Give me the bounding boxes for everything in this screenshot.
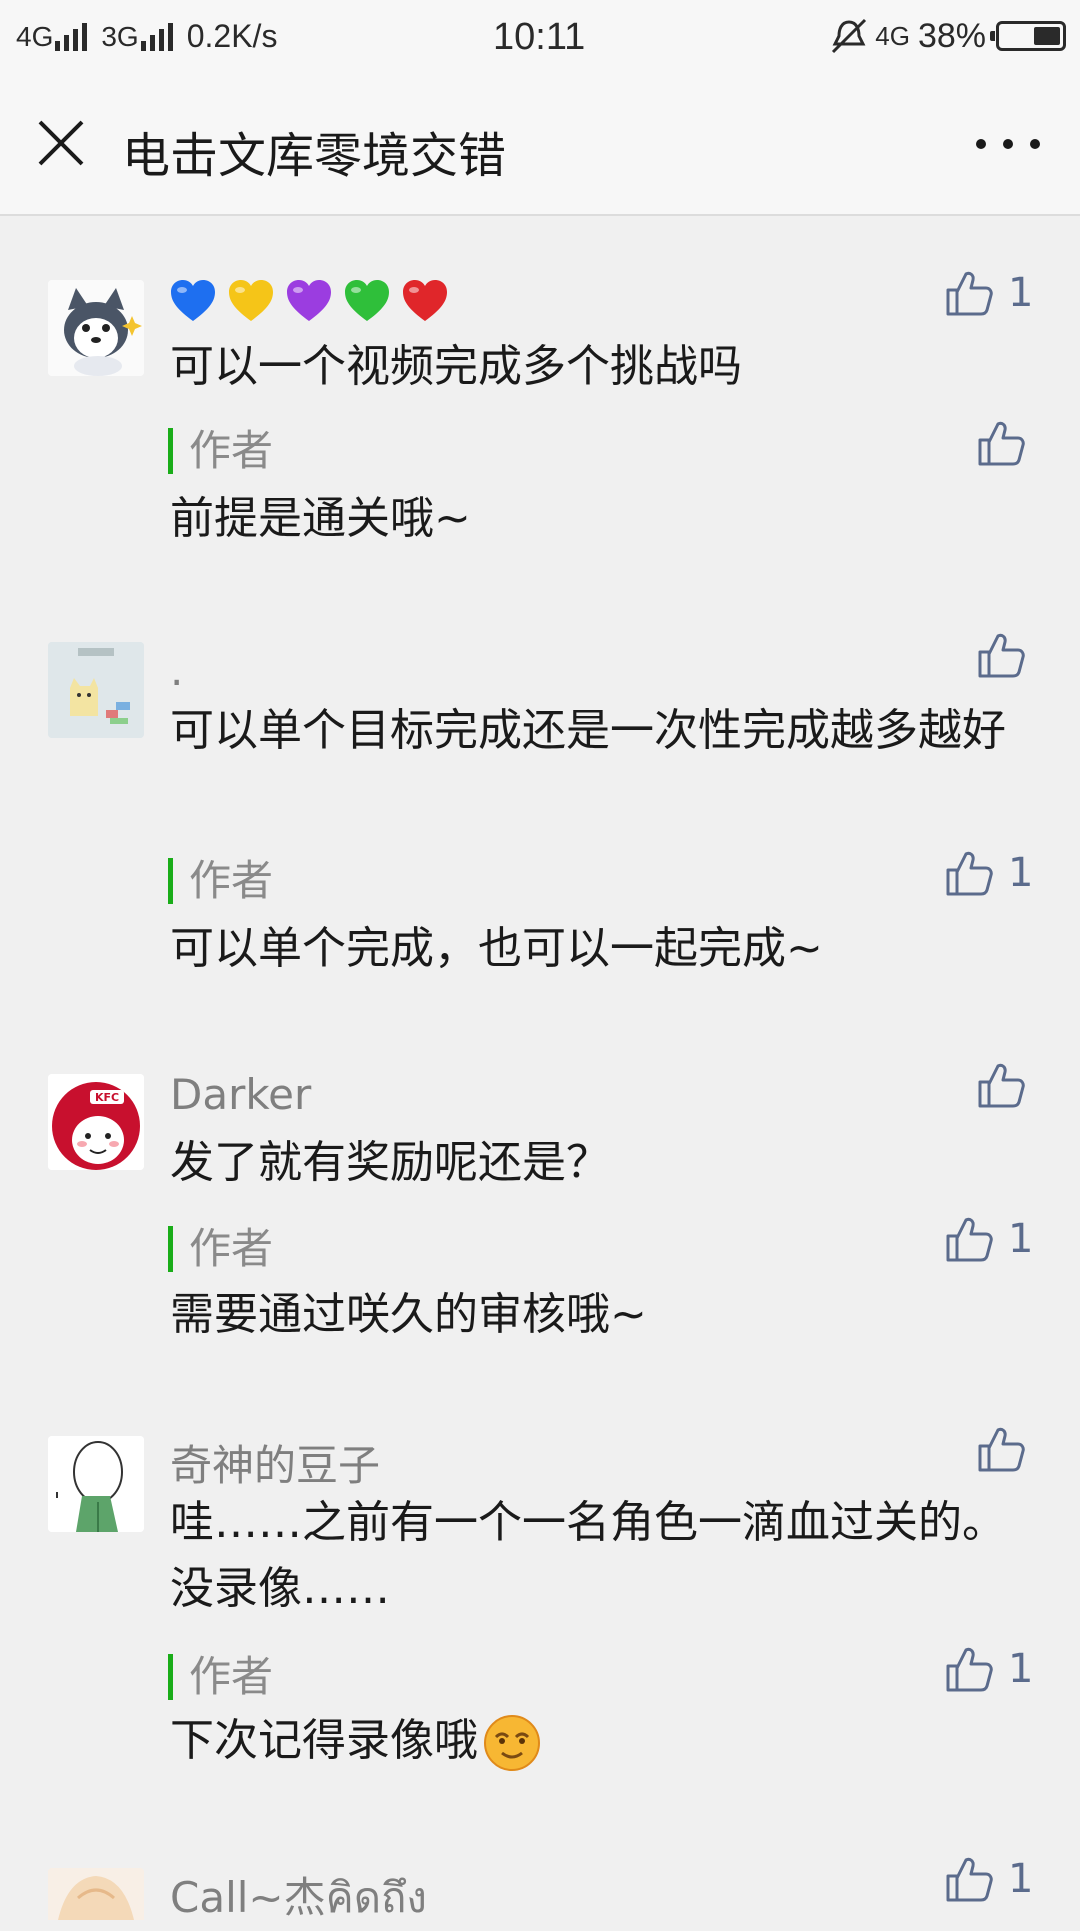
thumbs-up-icon (944, 268, 994, 318)
bean-character-avatar-image (48, 1436, 144, 1532)
thumbs-up-icon (944, 1214, 994, 1264)
more-icon (976, 139, 986, 149)
status-bar: 4G 3G 0.2K/s 10:11 4G 38% (0, 0, 1080, 72)
battery-percent: 38% (917, 16, 986, 55)
like-button[interactable] (976, 1060, 1026, 1110)
signal-icon (55, 22, 88, 51)
reply-text: 下次记得录像哦 (170, 1715, 478, 1766)
avatar[interactable] (48, 1868, 144, 1920)
page-title: 电击文库零境交错 (122, 128, 507, 184)
comment-text: 可以一个视频完成多个挑战吗 (170, 341, 742, 392)
kfc-cap-avatar-image: KFC (48, 1074, 144, 1170)
close-button[interactable] (34, 116, 88, 170)
avatar[interactable]: KFC (48, 1074, 144, 1170)
author-reply-label: 作者 (168, 1226, 273, 1272)
network-type-1: 4G (16, 20, 54, 52)
thumbs-up-icon (944, 1854, 994, 1904)
heart-emoji-icon (287, 280, 331, 321)
thumbs-up-icon (976, 1060, 1026, 1110)
reply-like-button[interactable]: 1 (944, 1214, 1033, 1264)
more-button[interactable] (976, 128, 1040, 160)
like-count: 1 (1008, 270, 1034, 316)
avatar[interactable] (48, 280, 144, 376)
thumbs-up-icon (976, 630, 1026, 680)
thumbs-up-icon (976, 1424, 1026, 1474)
battery-icon (990, 21, 1066, 51)
like-count: 1 (1008, 850, 1034, 896)
nickname[interactable]: Darker (170, 1070, 311, 1119)
top-bar: 电击文库零境交错 (0, 72, 1080, 216)
reply-text: 前提是通关哦~ (170, 493, 471, 544)
network-status: 4G 3G 0.2K/s (16, 18, 277, 55)
author-reply-label: 作者 (168, 428, 273, 474)
comment-text: 可以单个目标完成还是一次性完成越多越好 (170, 705, 1006, 756)
author-reply-label: 作者 (168, 858, 273, 904)
avatar[interactable] (48, 1436, 144, 1532)
network-type-2: 3G (101, 20, 139, 52)
reply-text: 需要通过咲久的审核哦~ (170, 1289, 647, 1340)
avatar[interactable] (48, 642, 144, 738)
like-button[interactable]: 1 (944, 268, 1033, 318)
alarm-off-icon (832, 18, 867, 54)
thumbs-up-icon (944, 1644, 994, 1694)
cat-avatar-image (48, 642, 144, 738)
emoji-nickname (168, 276, 450, 326)
heart-emoji-icon (345, 280, 389, 321)
nickname[interactable]: 奇神的豆子 (170, 1432, 380, 1493)
like-count: 1 (1008, 1646, 1034, 1692)
thumbs-up-icon (944, 848, 994, 898)
reply-like-button[interactable]: 1 (944, 848, 1033, 898)
signal-icon (140, 22, 173, 51)
author-reply-label: 作者 (168, 1654, 273, 1700)
reply-text-row: 下次记得录像哦 (170, 1708, 1020, 1774)
clock: 10:11 (493, 16, 586, 58)
heart-emoji-icon (403, 280, 447, 321)
smirk-emoji-icon (484, 1715, 540, 1771)
close-icon (38, 120, 84, 166)
like-button[interactable]: 1 (944, 1854, 1033, 1904)
nickname[interactable]: Call~杰คิดถึง (170, 1864, 427, 1931)
svg-text:KFC: KFC (95, 1091, 119, 1104)
network-type-3: 4G (875, 20, 910, 51)
like-count: 1 (1008, 1216, 1034, 1262)
reply-like-button[interactable]: 1 (944, 1644, 1033, 1694)
network-speed: 0.2K/s (186, 18, 278, 54)
like-button[interactable] (976, 630, 1026, 680)
husky-avatar-image (48, 280, 144, 376)
like-count: 1 (1008, 1856, 1034, 1902)
like-button[interactable] (976, 1424, 1026, 1474)
nickname[interactable]: . (170, 646, 183, 695)
heart-emoji-icon (229, 280, 273, 321)
heart-emoji-icon (171, 280, 215, 321)
reply-like-button[interactable] (976, 418, 1026, 468)
reply-text: 可以单个完成，也可以一起完成~ (170, 923, 823, 974)
comment-text: 哇……之前有一个一名角色一滴血过关的。没录像…… (170, 1497, 1006, 1614)
anime-avatar-image (48, 1868, 144, 1920)
system-status: 4G 38% (829, 16, 1066, 56)
comment-text: 发了就有奖励呢还是？ (170, 1137, 610, 1188)
thumbs-up-icon (976, 418, 1026, 468)
